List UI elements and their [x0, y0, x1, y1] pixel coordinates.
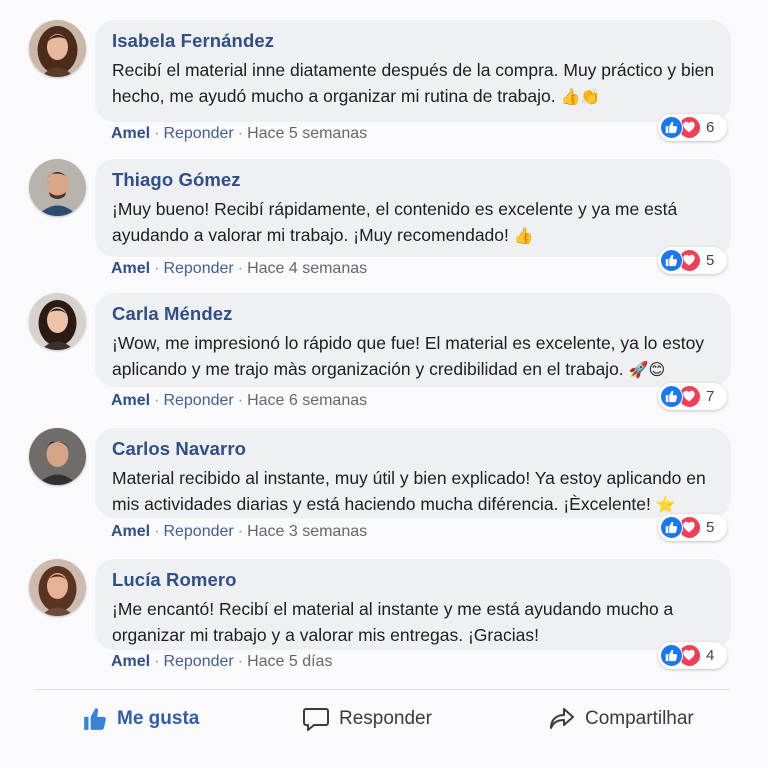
- like-link[interactable]: Amel: [111, 125, 150, 142]
- avatar[interactable]: [29, 293, 86, 350]
- reply-action-button[interactable]: Responder: [302, 704, 432, 734]
- reaction-count: 5: [706, 519, 715, 536]
- rocket-smile-emoji-icon: 🚀😊: [628, 360, 666, 379]
- timestamp: Hace 3 semanas: [247, 523, 368, 540]
- star-emoji-icon: ⭐: [655, 495, 676, 514]
- comment-text: Recibí el material inne diatamente despu…: [112, 60, 715, 106]
- reply-link[interactable]: Reponder: [163, 653, 233, 670]
- timestamp: Hace 5 semanas: [247, 125, 368, 142]
- comment-author[interactable]: Carlos Navarro: [112, 437, 715, 461]
- comment-bubble: Carla Méndez ¡Wow, me impresionó lo rápi…: [95, 293, 731, 387]
- divider: [34, 689, 731, 690]
- comment-bubble: Isabela Fernández Recibí el material inn…: [95, 20, 731, 122]
- like-action-label: Me gusta: [117, 708, 200, 729]
- reaction-summary[interactable]: 5: [658, 514, 727, 541]
- reaction-count: 4: [706, 647, 715, 664]
- avatar[interactable]: [29, 559, 86, 616]
- clapping-emoji-icon: 👍👏: [560, 87, 601, 106]
- comment-meta: Amel · Reponder · Hace 3 semanas: [111, 523, 368, 540]
- avatar[interactable]: [29, 428, 86, 485]
- reaction-count: 6: [706, 119, 715, 136]
- comment-text: Material recibido al instante, muy útil …: [112, 468, 706, 514]
- comment-author[interactable]: Isabela Fernández: [112, 29, 715, 53]
- timestamp: Hace 4 semanas: [247, 260, 368, 277]
- comment-meta: Amel · Reponder · Hace 5 semanas: [111, 125, 368, 142]
- comment-bubble: Carlos Navarro Material recibido al inst…: [95, 428, 731, 518]
- comment-bubble: Lucía Romero ¡Me encantó! Recibí el mate…: [95, 559, 731, 650]
- reply-link[interactable]: Reponder: [163, 523, 233, 540]
- reply-link[interactable]: Reponder: [163, 125, 233, 142]
- thumbs-up-icon: [660, 116, 683, 139]
- thumbs-up-icon: [660, 644, 683, 667]
- comment-author[interactable]: Lucía Romero: [112, 568, 715, 592]
- comment-author[interactable]: Carla Méndez: [112, 302, 715, 326]
- comment-text: ¡Me encantó! Recibí el material al insta…: [112, 599, 674, 645]
- comment-meta: Amel · Reponder · Hace 6 semanas: [111, 392, 368, 409]
- reaction-summary[interactable]: 7: [658, 383, 727, 410]
- comment-meta: Amel · Reponder · Hace 4 semanas: [111, 260, 368, 277]
- reply-link[interactable]: Reponder: [163, 392, 233, 409]
- thumbs-up-icon: [660, 249, 683, 272]
- comment-meta: Amel · Reponder · Hace 5 días: [111, 653, 333, 670]
- like-action-button[interactable]: Me gusta: [82, 704, 199, 734]
- reply-action-label: Responder: [339, 708, 432, 729]
- avatar[interactable]: [29, 159, 86, 216]
- timestamp: Hace 5 días: [247, 653, 333, 670]
- like-link[interactable]: Amel: [111, 392, 150, 409]
- share-action-label: Compartilhar: [585, 708, 694, 729]
- thumbs-up-icon: [84, 708, 106, 730]
- like-link[interactable]: Amel: [111, 523, 150, 540]
- share-action-button[interactable]: Compartilhar: [548, 704, 694, 734]
- comment-bubble: Thiago Gómez ¡Muy bueno! Recibí rápidame…: [95, 159, 731, 257]
- reaction-summary[interactable]: 4: [658, 642, 727, 669]
- reaction-count: 7: [706, 388, 715, 405]
- speech-bubble-icon: [303, 708, 329, 731]
- thumbs-up-icon: [660, 516, 683, 539]
- thumbs-up-emoji-icon: 👍: [513, 226, 534, 245]
- comment-text: ¡Wow, me impresionó lo rápido que fue! E…: [112, 333, 705, 379]
- comment-text: ¡Muy bueno! Recibí rápidamente, el conte…: [112, 199, 678, 245]
- reaction-count: 5: [706, 252, 715, 269]
- reply-link[interactable]: Reponder: [163, 260, 233, 277]
- like-link[interactable]: Amel: [111, 653, 150, 670]
- avatar[interactable]: [29, 20, 86, 77]
- timestamp: Hace 6 semanas: [247, 392, 368, 409]
- share-arrow-icon: [550, 708, 574, 729]
- reaction-summary[interactable]: 6: [658, 114, 727, 141]
- like-link[interactable]: Amel: [111, 260, 150, 277]
- reaction-summary[interactable]: 5: [658, 247, 727, 274]
- comment-author[interactable]: Thiago Gómez: [112, 168, 715, 192]
- thumbs-up-icon: [660, 385, 683, 408]
